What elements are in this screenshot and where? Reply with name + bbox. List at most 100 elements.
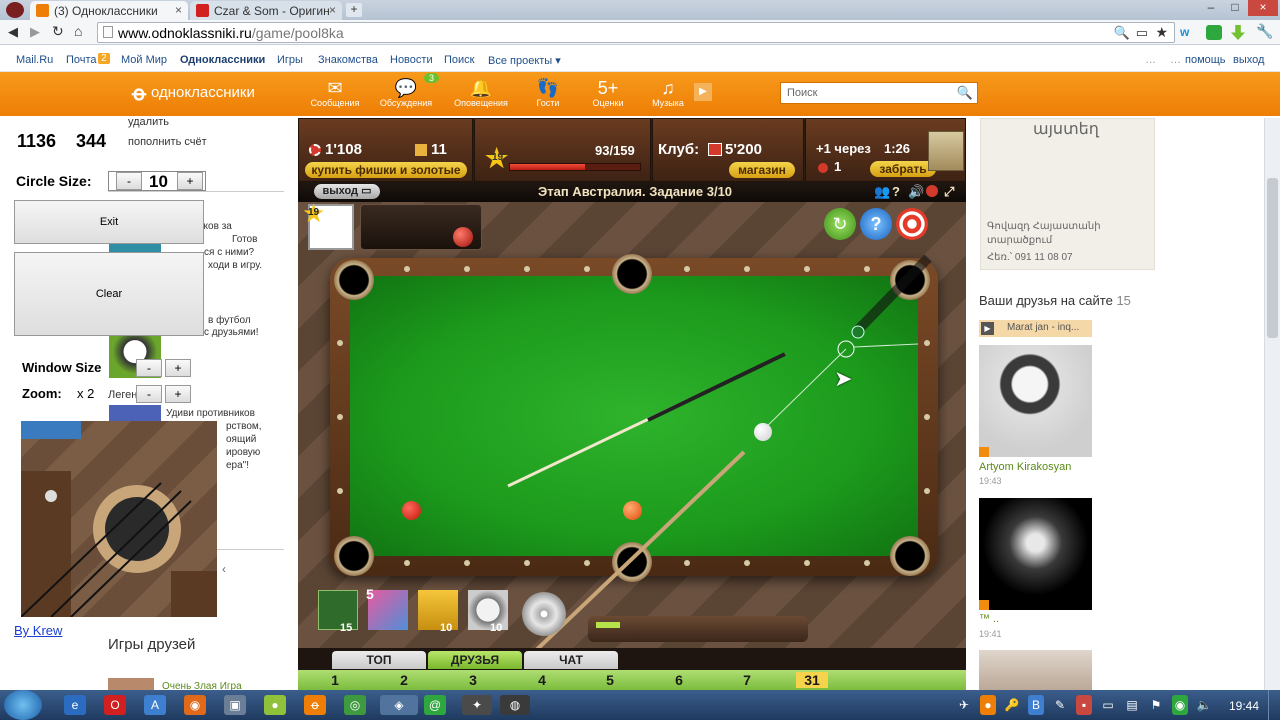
tab-odnoklassniki[interactable]: (3) Одноклассники ×: [30, 1, 188, 20]
tray-icon-6[interactable]: ▪: [1076, 695, 1092, 715]
clear-button[interactable]: Clear: [14, 252, 204, 336]
rank-2[interactable]: 2: [389, 672, 419, 688]
link-games[interactable]: Игры: [277, 54, 303, 66]
wrench-icon[interactable]: 🔧: [1256, 23, 1273, 40]
tab-top[interactable]: ТОП: [332, 651, 426, 669]
rank-5[interactable]: 5: [595, 672, 625, 688]
nav-notifications[interactable]: 🔔 Оповещения: [451, 78, 511, 108]
minimize-button[interactable]: –: [1200, 0, 1222, 16]
odnoklassniki-app-icon[interactable]: ꝋ: [304, 695, 326, 715]
tray-icon-8[interactable]: ▤: [1124, 695, 1140, 715]
tray-icon-9[interactable]: ⚑: [1148, 695, 1164, 715]
show-desktop-button[interactable]: [1268, 690, 1280, 720]
exit-button[interactable]: Exit: [14, 200, 204, 244]
ok-logo-icon[interactable]: ꝋ: [132, 81, 146, 106]
search-icon[interactable]: 🔍: [957, 85, 973, 101]
close-tab-icon[interactable]: ×: [175, 3, 182, 17]
circle-size-increase-button[interactable]: +: [177, 172, 203, 190]
link-my-world[interactable]: Мой Мир: [121, 54, 167, 66]
ie-icon[interactable]: e: [64, 695, 86, 715]
rank-7[interactable]: 7: [732, 672, 762, 688]
close-tab-icon[interactable]: ×: [329, 3, 336, 17]
link-search[interactable]: Поиск: [444, 54, 474, 66]
video-app-icon[interactable]: ✦: [462, 695, 492, 715]
tray-icon-3[interactable]: 🔑: [1004, 695, 1020, 715]
link-logout[interactable]: выход: [1233, 54, 1264, 66]
page-action-icon[interactable]: ▭: [1136, 25, 1148, 41]
bookmark-star-icon[interactable]: ★: [1155, 24, 1168, 41]
cue-ball[interactable]: [754, 423, 772, 441]
rank-6[interactable]: 6: [664, 672, 694, 688]
mail-agent-icon[interactable]: @: [424, 695, 446, 715]
chrome-icon[interactable]: ◎: [344, 695, 366, 715]
friend-photo-artyom[interactable]: [979, 345, 1092, 457]
friend-name-artyom[interactable]: Artyom Kirakosyan: [979, 461, 1071, 473]
tray-icon-1[interactable]: ✈: [956, 695, 972, 715]
rank-31[interactable]: 31: [796, 672, 828, 688]
pool-app-icon[interactable]: ◈: [380, 695, 418, 715]
friend-photo-2[interactable]: [979, 498, 1092, 610]
extension-icon[interactable]: w: [1180, 25, 1196, 39]
new-tab-button[interactable]: +: [346, 3, 362, 17]
url-input[interactable]: www.odnoklassniki.ru/game/pool8ka 🔍 ▭ ★: [97, 22, 1175, 43]
volume-icon[interactable]: 🔈: [1196, 695, 1212, 715]
tray-icon-10[interactable]: ◉: [1172, 695, 1188, 715]
friends-online-heading[interactable]: Ваши друзья на сайте 15: [979, 293, 1131, 308]
page-scrollbar[interactable]: [1264, 118, 1280, 690]
maximize-button[interactable]: □: [1224, 0, 1246, 16]
link-news[interactable]: Новости: [390, 54, 433, 66]
tab-chat[interactable]: ЧАТ: [524, 651, 618, 669]
topup-link[interactable]: пополнить счёт: [128, 136, 207, 148]
ad-banner[interactable]: այստեղ Գովազդ Հայաստանի տարածքում Հեռ.՝ …: [980, 118, 1155, 270]
forward-icon[interactable]: ▶: [30, 24, 40, 40]
spin-control[interactable]: [522, 592, 566, 636]
close-window-button[interactable]: ×: [1248, 0, 1278, 16]
tray-icon-7[interactable]: ▭: [1100, 695, 1116, 715]
now-playing-bar[interactable]: ▶ Marat jan - inq...: [979, 320, 1092, 337]
reload-icon[interactable]: ↻: [52, 23, 64, 40]
scroll-left-icon[interactable]: ‹: [222, 562, 226, 576]
nav-ratings[interactable]: 5+ Оценки: [578, 78, 638, 108]
friend-name-2[interactable]: ™ ..: [979, 613, 999, 625]
rank-1[interactable]: 1: [320, 672, 350, 688]
tray-icon-2[interactable]: ●: [980, 695, 996, 715]
link-mailru[interactable]: Mail.Ru: [16, 54, 53, 66]
window-size-increase-button[interactable]: +: [165, 359, 191, 377]
extension-green-icon[interactable]: [1206, 25, 1222, 40]
window-size-decrease-button[interactable]: -: [136, 359, 162, 377]
nav-guests[interactable]: 👣 Гости: [518, 78, 578, 108]
box-powerup[interactable]: [368, 590, 408, 630]
ok-search-input[interactable]: Поиск 🔍: [780, 82, 978, 104]
link-all-projects[interactable]: Все проекты ▾: [488, 54, 561, 67]
circle-size-decrease-button[interactable]: -: [116, 172, 142, 190]
clock[interactable]: 19:44: [1229, 699, 1259, 713]
link-help[interactable]: помощь: [1185, 54, 1226, 66]
link-odnoklassniki[interactable]: Одноклассники: [180, 54, 265, 66]
opera-icon[interactable]: O: [104, 695, 126, 715]
start-button[interactable]: [4, 690, 42, 720]
tab-friends[interactable]: ДРУЗЬЯ: [428, 651, 522, 669]
delete-link[interactable]: удалить: [128, 116, 169, 128]
browser-menu-icon[interactable]: [6, 2, 24, 18]
game-thumb-2[interactable]: [109, 405, 161, 421]
app-a-icon[interactable]: A: [144, 695, 166, 715]
tray-icon-4[interactable]: B: [1028, 695, 1044, 715]
zoom-decrease-button[interactable]: -: [136, 385, 162, 403]
recorder-app-icon[interactable]: ◍: [500, 695, 530, 715]
search-icon[interactable]: 🔍: [1114, 25, 1130, 41]
scrollbar-thumb[interactable]: [1267, 178, 1278, 338]
rank-3[interactable]: 3: [458, 672, 488, 688]
back-icon[interactable]: ◀: [8, 24, 18, 40]
link-dating[interactable]: Знакомства: [318, 54, 378, 66]
home-icon[interactable]: ⌂: [74, 23, 82, 39]
ball-app-icon[interactable]: ●: [264, 695, 286, 715]
nav-messages[interactable]: ✉ Сообщения: [305, 78, 365, 108]
play-icon[interactable]: ▶: [694, 83, 712, 101]
zoom-increase-button[interactable]: +: [165, 385, 191, 403]
credit-link[interactable]: By Krew: [14, 623, 62, 638]
window-icon[interactable]: ▣: [224, 695, 246, 715]
nav-music[interactable]: ♫ Музыка: [638, 78, 698, 108]
tray-icon-5[interactable]: ✎: [1052, 695, 1068, 715]
game-thumb[interactable]: [109, 244, 161, 252]
ok-logo-text[interactable]: одноклассники: [151, 84, 255, 101]
